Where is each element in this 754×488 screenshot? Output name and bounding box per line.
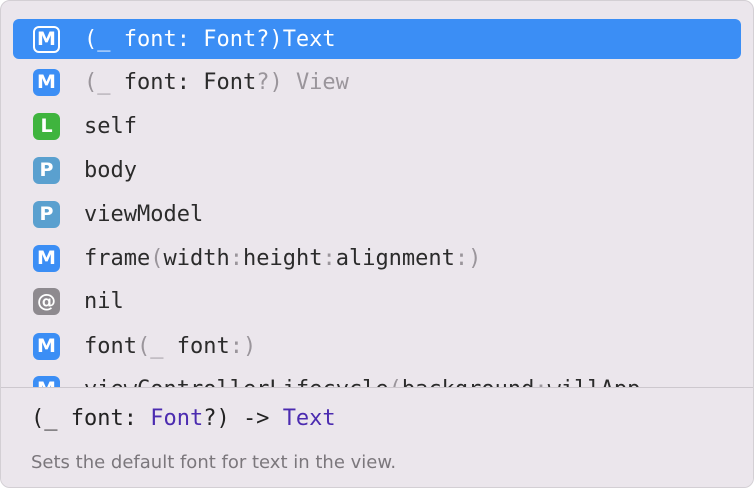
completion-list[interactable]: M (_ font: Font?) Text M (_ font: Font?)… <box>1 1 753 387</box>
completion-paren: :) <box>229 333 257 359</box>
completion-item-viewmodel[interactable]: P viewModel <box>13 194 741 234</box>
completion-arg-label: width <box>163 245 230 271</box>
detail-description: Sets the default font for text in the vi… <box>31 452 397 473</box>
code-completion-popup: M (_ font: Font?) Text M (_ font: Font?)… <box>0 0 754 488</box>
completion-item-frame[interactable]: M frame(width: height: alignment:) <box>13 238 741 278</box>
completion-paren: ( <box>84 69 98 95</box>
completion-name: nil <box>84 288 124 314</box>
completion-arg-label: font <box>176 333 230 359</box>
local-badge-icon: L <box>33 112 60 140</box>
completion-name: viewModel <box>84 201 204 227</box>
completion-item-nil[interactable]: @ nil <box>13 281 741 321</box>
method-badge-icon: M <box>33 25 60 53</box>
completion-arg-label: alignment <box>335 245 455 271</box>
keyword-badge-icon: @ <box>33 287 60 315</box>
completion-paren: ( <box>389 377 402 388</box>
completion-name: viewControllerLifecycle <box>84 377 389 388</box>
property-badge-icon: P <box>33 200 60 228</box>
quick-help-panel: (_ font: Font?) -> Text Sets the default… <box>1 388 753 487</box>
completion-return-type: Text <box>282 26 336 52</box>
completion-name: body <box>84 157 137 183</box>
completion-colon: : <box>229 245 243 271</box>
method-badge-icon: M <box>33 375 60 387</box>
completion-item-self[interactable]: L self <box>13 106 741 146</box>
completion-item-font[interactable]: M font (_ font:) <box>13 326 741 366</box>
completion-paren: (_ <box>136 333 177 359</box>
completion-arg-label: background <box>402 377 534 388</box>
completion-colon: : <box>534 377 547 388</box>
completion-item-lifecycle[interactable]: M viewControllerLifecycle(background:wil… <box>13 369 741 387</box>
completion-name: frame <box>84 245 151 271</box>
completion-item-font-view[interactable]: M (_ font: Font?) View <box>13 62 741 102</box>
completion-item-font-text[interactable]: M (_ font: Font?) Text <box>13 19 741 59</box>
completion-return-type: ?) View <box>256 69 349 95</box>
method-badge-icon: M <box>33 244 60 272</box>
completion-paren: :) <box>454 245 482 271</box>
completion-signature: (_ font: Font?) <box>84 26 283 52</box>
method-badge-icon: M <box>33 332 60 360</box>
completion-name: font <box>84 333 137 359</box>
completion-arg-label: height <box>242 245 323 271</box>
completion-item-body[interactable]: P body <box>13 150 741 190</box>
completion-colon: : <box>322 245 336 271</box>
completion-paren: ( <box>150 245 164 271</box>
detail-signature: (_ font: Font?) -> Text <box>31 406 336 431</box>
property-badge-icon: P <box>33 156 60 184</box>
method-badge-icon: M <box>33 68 60 96</box>
completion-signature: _ font: Font <box>97 69 257 95</box>
completion-name: self <box>84 113 137 139</box>
completion-arg-label: willApp <box>548 377 641 388</box>
type-link: Font <box>150 406 204 431</box>
return-type-link: Text <box>282 406 336 431</box>
